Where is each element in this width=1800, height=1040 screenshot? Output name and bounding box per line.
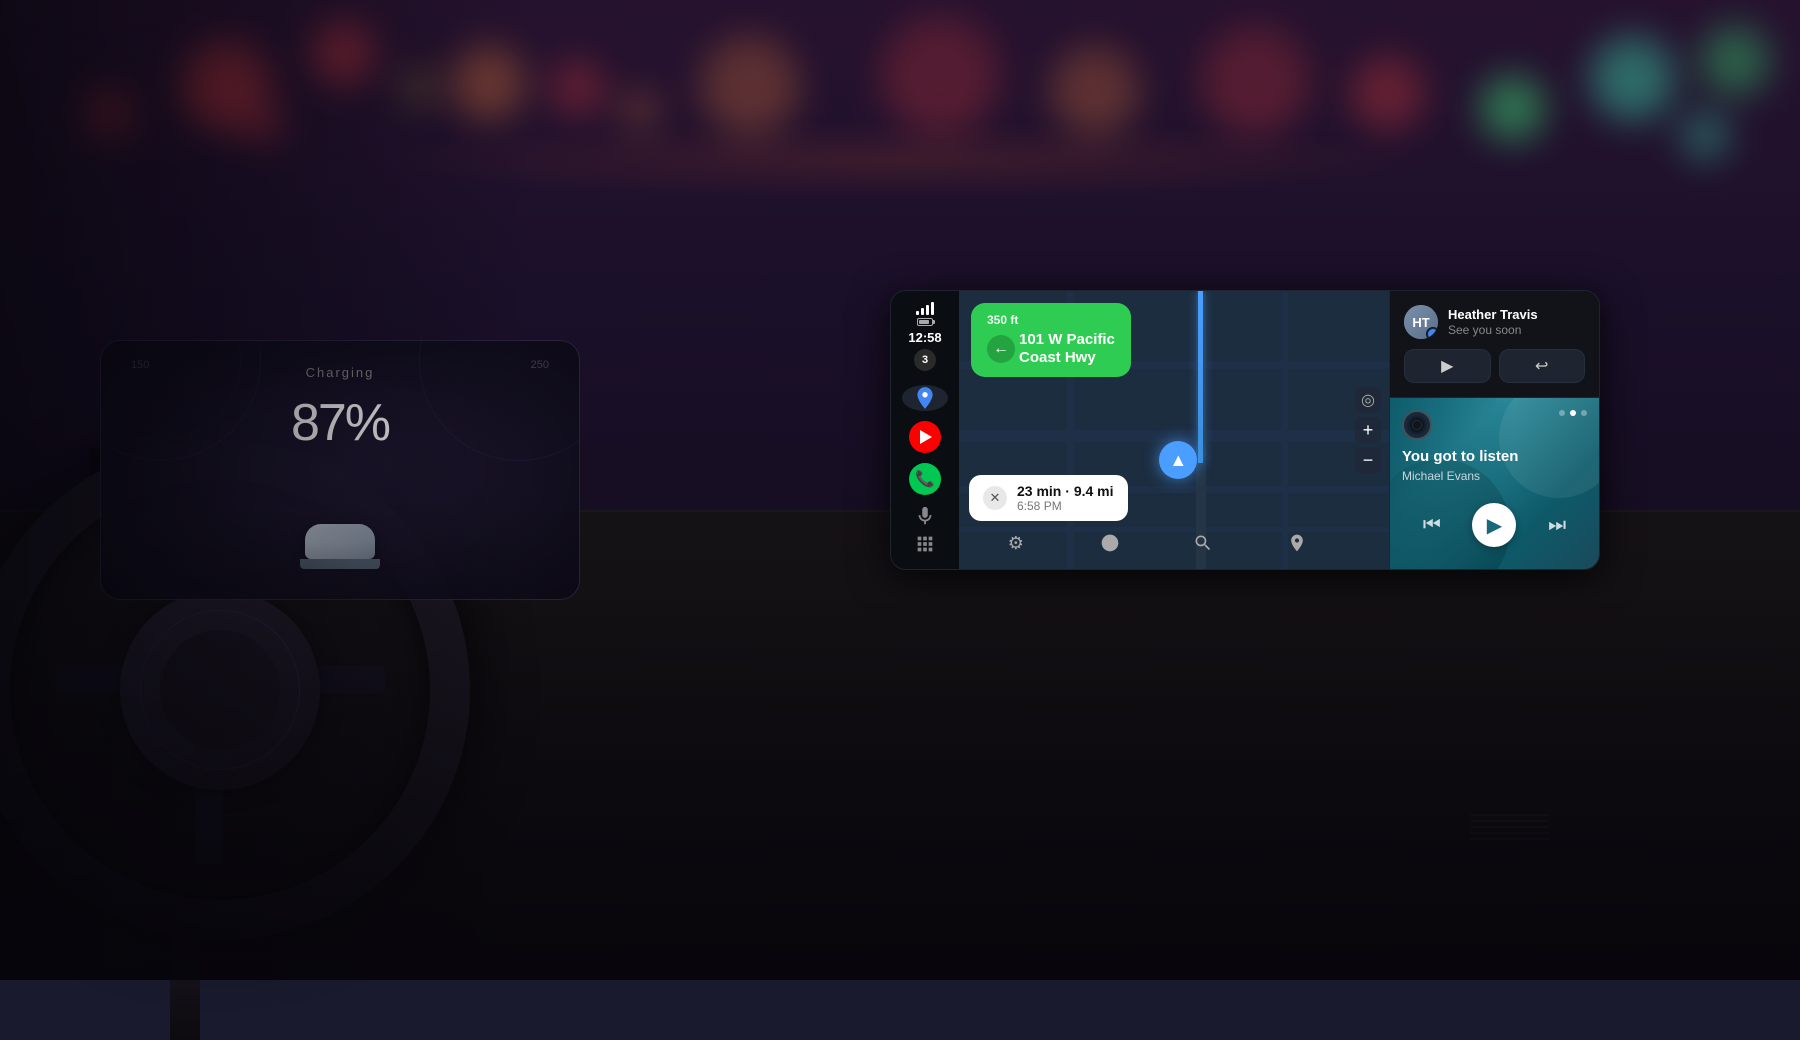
zoom-out-button[interactable]: −: [1355, 447, 1381, 473]
route-line: [1198, 291, 1203, 463]
bokeh-12: [1700, 25, 1770, 95]
microphone-button[interactable]: [902, 505, 948, 527]
message-preview: See you soon: [1448, 323, 1538, 337]
pin-icon: [1287, 533, 1307, 553]
spoke-bottom: [195, 785, 223, 865]
eta-distance: 9.4 mi: [1074, 483, 1114, 499]
signal-bar-2: [921, 308, 924, 315]
driver-cluster-display: 150 250 Charging 87%: [100, 340, 580, 600]
zoom-in-button[interactable]: +: [1355, 417, 1381, 443]
infotainment-display: 12:58 3 📞: [890, 290, 1600, 570]
play-triangle: [920, 430, 932, 444]
eta-duration-distance: 23 min · 9.4 mi: [1017, 483, 1114, 499]
steering-wheel-hub: [120, 590, 320, 790]
eta-arrival: 6:58 PM: [1017, 499, 1114, 513]
app-icon-dot: [1428, 329, 1438, 339]
music-player-card: You got to listen Michael Evans ⏮ ▶ ⏭: [1390, 398, 1599, 569]
bokeh-10: [1480, 75, 1545, 140]
location-arrow: ▲: [1159, 441, 1197, 479]
signal-indicator: [916, 301, 934, 315]
status-bar: 12:58 3: [908, 301, 941, 371]
song-info: You got to listen Michael Evans: [1390, 398, 1599, 495]
right-panel: HT Heather Travis See you soon ▶ ↩: [1389, 291, 1599, 569]
bokeh-2: [310, 20, 375, 85]
play-message-button[interactable]: ▶: [1404, 349, 1491, 383]
song-artist: Michael Evans: [1402, 469, 1587, 483]
eta-duration: 23 min: [1017, 483, 1061, 499]
play-pause-button[interactable]: ▶: [1472, 503, 1516, 547]
directions-icon: [1100, 533, 1120, 553]
contact-avatar: HT: [1404, 305, 1438, 339]
search-button[interactable]: [1185, 525, 1221, 561]
prev-track-button[interactable]: ⏮: [1413, 506, 1451, 544]
eta-separator: ·: [1065, 483, 1074, 499]
hub-center: [160, 630, 280, 750]
apps-button[interactable]: [902, 533, 948, 555]
nav-distance: 350 ft: [987, 313, 1115, 327]
eta-info: 23 min · 9.4 mi 6:58 PM: [1017, 483, 1114, 513]
battery-terminal: [933, 320, 935, 324]
nav-arrow-icon: ←: [993, 340, 1009, 358]
map-area[interactable]: 350 ft ← 101 W Pacific Coast Hwy ▲ ✕ 23 …: [959, 291, 1389, 569]
bokeh-17: [400, 70, 435, 105]
bokeh-9: [1350, 55, 1425, 130]
bokeh-13: [80, 85, 135, 140]
phone-button[interactable]: 📞: [902, 463, 948, 495]
phone-icon-container: 📞: [909, 463, 941, 495]
message-card: HT Heather Travis See you soon ▶ ↩: [1390, 291, 1599, 398]
bokeh-3: [450, 45, 525, 120]
bokeh-8: [1200, 25, 1310, 135]
nav-street-line2: Coast Hwy: [1019, 349, 1115, 367]
apps-grid-icon: [914, 533, 936, 555]
microphone-icon: [914, 505, 936, 527]
clock-display: 12:58: [908, 330, 941, 345]
road-h2: [959, 430, 1389, 442]
eta-close-button[interactable]: ✕: [983, 486, 1007, 510]
notification-badge: 3: [914, 349, 936, 371]
youtube-music-button[interactable]: [902, 421, 948, 453]
youtube-music-icon: [909, 421, 941, 453]
cluster-vignette: [101, 341, 579, 599]
bokeh-14: [1680, 110, 1730, 160]
battery-icon: [917, 318, 933, 326]
battery-icon-status: [917, 318, 933, 326]
bokeh-4: [550, 60, 605, 115]
avatar-initial: HT: [1412, 315, 1429, 330]
reply-message-button[interactable]: ↩: [1499, 349, 1586, 383]
directions-button[interactable]: [1092, 525, 1128, 561]
locate-me-button[interactable]: ◎: [1355, 387, 1381, 413]
pin-button[interactable]: [1279, 525, 1315, 561]
music-controls: ⏮ ▶ ⏭: [1390, 495, 1599, 561]
next-track-button[interactable]: ⏭: [1538, 506, 1576, 544]
bokeh-11: [1590, 35, 1675, 120]
song-title: You got to listen: [1402, 448, 1587, 466]
battery-fill: [919, 320, 929, 324]
map-toolbar: ⚙: [969, 525, 1344, 561]
sender-name: Heather Travis: [1448, 307, 1538, 322]
map-zoom-controls: ◎ + −: [1355, 387, 1381, 473]
steering-column: [170, 920, 200, 1040]
horizon-glow: [360, 120, 1440, 200]
navigation-card[interactable]: 350 ft ← 101 W Pacific Coast Hwy: [971, 303, 1131, 377]
vent-grille: [1470, 814, 1550, 840]
eta-card[interactable]: ✕ 23 min · 9.4 mi 6:58 PM: [969, 475, 1128, 521]
nav-arrow-bg: ←: [987, 335, 1015, 363]
message-sender-info: Heather Travis See you soon: [1448, 307, 1538, 337]
google-maps-icon: [912, 385, 938, 411]
message-actions: ▶ ↩: [1404, 349, 1585, 383]
bokeh-15: [240, 100, 285, 145]
signal-bar-1: [916, 311, 919, 315]
phone-icon: 📞: [915, 469, 935, 489]
nav-street-text: 101 W Pacific Coast Hwy: [1019, 331, 1115, 367]
nav-street-line1: 101 W Pacific: [1019, 331, 1115, 349]
signal-bar-4: [931, 302, 934, 315]
google-maps-button[interactable]: [902, 385, 948, 411]
nav-street-container: ← 101 W Pacific Coast Hwy: [987, 331, 1115, 367]
search-icon: [1193, 533, 1213, 553]
app-sidebar: 12:58 3 📞: [891, 291, 959, 569]
signal-bar-3: [926, 305, 929, 315]
message-header: HT Heather Travis See you soon: [1404, 305, 1585, 339]
settings-button[interactable]: ⚙: [998, 525, 1034, 561]
bokeh-6: [880, 15, 1000, 135]
